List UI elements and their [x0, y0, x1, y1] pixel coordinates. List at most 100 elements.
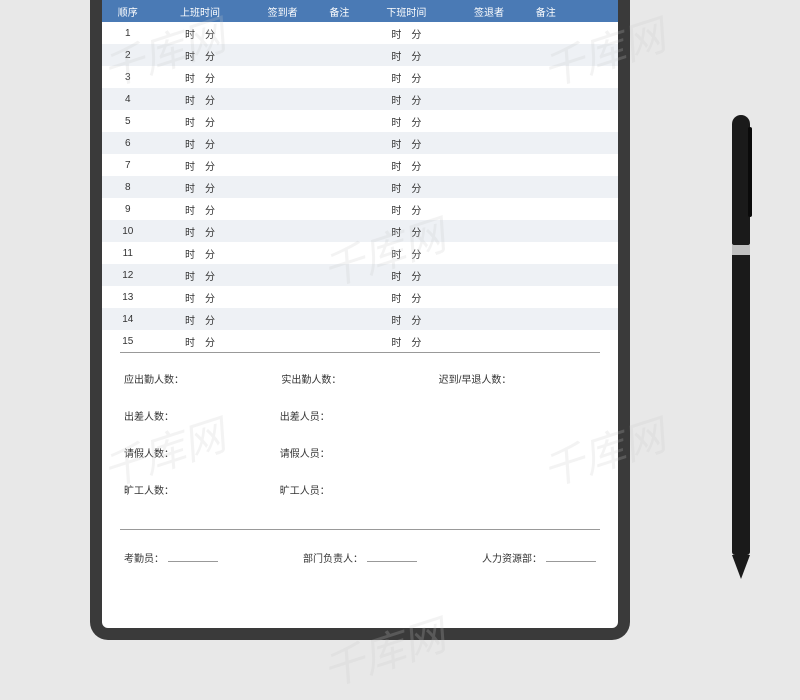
cell-seq: 6 [102, 138, 154, 149]
table-row: 12时分时分 [102, 264, 618, 286]
cell-ontime: 时分 [154, 92, 247, 107]
pen-clip [748, 127, 752, 217]
cell-offtime: 时分 [360, 92, 453, 107]
cell-offtime: 时分 [360, 334, 453, 349]
trip-count-label: 出差人数： [124, 408, 280, 423]
table-row: 7时分时分 [102, 154, 618, 176]
table-row: 3时分时分 [102, 66, 618, 88]
cell-ontime: 时分 [154, 246, 247, 261]
pen-band [732, 245, 750, 255]
cell-seq: 15 [102, 336, 154, 347]
summary-section: 应出勤人数： 实出勤人数： 迟到/早退人数： 出差人数： 出差人员： 请假人数：… [102, 353, 618, 529]
sig-line [168, 550, 218, 562]
header-note1: 备注 [319, 4, 360, 19]
cell-seq: 5 [102, 116, 154, 127]
clipboard-frame: 顺序 上班时间 签到者 备注 下班时间 签退者 备注 1时分时分2时分时分3时分… [90, 0, 630, 640]
table-row: 15时分时分 [102, 330, 618, 352]
table-row: 2时分时分 [102, 44, 618, 66]
header-seq: 顺序 [102, 4, 154, 19]
cell-ontime: 时分 [154, 268, 247, 283]
table-body: 1时分时分2时分时分3时分时分4时分时分5时分时分6时分时分7时分时分8时分时分… [102, 22, 618, 352]
table-row: 8时分时分 [102, 176, 618, 198]
header-ontime: 上班时间 [154, 4, 247, 19]
sig-line [546, 550, 596, 562]
sig-line [367, 550, 417, 562]
actual-attend-label: 实出勤人数： [281, 371, 438, 386]
cell-ontime: 时分 [154, 136, 247, 151]
cell-offtime: 时分 [360, 224, 453, 239]
cell-ontime: 时分 [154, 202, 247, 217]
cell-offtime: 时分 [360, 136, 453, 151]
table-row: 5时分时分 [102, 110, 618, 132]
pen-tip [732, 555, 750, 579]
summary-row-3: 请假人数： 请假人员： [124, 445, 596, 460]
table-row: 13时分时分 [102, 286, 618, 308]
cell-offtime: 时分 [360, 114, 453, 129]
pen-cap [732, 115, 750, 245]
cell-offtime: 时分 [360, 26, 453, 41]
summary-row-2: 出差人数： 出差人员： [124, 408, 596, 423]
pen-graphic [732, 115, 750, 595]
cell-offtime: 时分 [360, 246, 453, 261]
cell-offtime: 时分 [360, 70, 453, 85]
cell-seq: 10 [102, 226, 154, 237]
table-row: 11时分时分 [102, 242, 618, 264]
cell-ontime: 时分 [154, 26, 247, 41]
pen-body [732, 255, 750, 555]
sig-dept: 部门负责人： [281, 550, 438, 565]
sig-checker: 考勤员： [124, 550, 281, 565]
sig-hr-label: 人力资源部： [482, 550, 542, 565]
cell-seq: 8 [102, 182, 154, 193]
should-attend-label: 应出勤人数： [124, 371, 281, 386]
table-row: 4时分时分 [102, 88, 618, 110]
cell-seq: 7 [102, 160, 154, 171]
cell-ontime: 时分 [154, 334, 247, 349]
cell-ontime: 时分 [154, 290, 247, 305]
cell-seq: 4 [102, 94, 154, 105]
cell-seq: 9 [102, 204, 154, 215]
sig-checker-label: 考勤员： [124, 550, 164, 565]
leave-people-label: 请假人员： [280, 445, 596, 460]
cell-ontime: 时分 [154, 312, 247, 327]
cell-seq: 13 [102, 292, 154, 303]
cell-offtime: 时分 [360, 290, 453, 305]
header-signout: 签退者 [453, 4, 525, 19]
cell-offtime: 时分 [360, 180, 453, 195]
late-early-label: 迟到/早退人数： [439, 371, 596, 386]
cell-offtime: 时分 [360, 268, 453, 283]
signature-section: 考勤员： 部门负责人： 人力资源部： [120, 529, 600, 565]
attendance-sheet: 顺序 上班时间 签到者 备注 下班时间 签退者 备注 1时分时分2时分时分3时分… [102, 0, 618, 628]
cell-ontime: 时分 [154, 114, 247, 129]
table-row: 1时分时分 [102, 22, 618, 44]
cell-ontime: 时分 [154, 48, 247, 63]
cell-seq: 14 [102, 314, 154, 325]
cell-offtime: 时分 [360, 202, 453, 217]
cell-ontime: 时分 [154, 158, 247, 173]
absent-people-label: 旷工人员： [280, 482, 596, 497]
header-note2: 备注 [525, 4, 566, 19]
table-row: 6时分时分 [102, 132, 618, 154]
table-row: 9时分时分 [102, 198, 618, 220]
cell-offtime: 时分 [360, 158, 453, 173]
trip-people-label: 出差人员： [280, 408, 596, 423]
summary-row-4: 旷工人数： 旷工人员： [124, 482, 596, 497]
cell-seq: 3 [102, 72, 154, 83]
cell-seq: 1 [102, 28, 154, 39]
cell-seq: 12 [102, 270, 154, 281]
cell-ontime: 时分 [154, 224, 247, 239]
absent-count-label: 旷工人数： [124, 482, 280, 497]
cell-ontime: 时分 [154, 180, 247, 195]
summary-row-1: 应出勤人数： 实出勤人数： 迟到/早退人数： [124, 371, 596, 386]
cell-ontime: 时分 [154, 70, 247, 85]
sig-dept-label: 部门负责人： [303, 550, 363, 565]
header-offtime: 下班时间 [360, 4, 453, 19]
table-row: 14时分时分 [102, 308, 618, 330]
sig-hr: 人力资源部： [439, 550, 596, 565]
cell-seq: 2 [102, 50, 154, 61]
leave-count-label: 请假人数： [124, 445, 280, 460]
table-header: 顺序 上班时间 签到者 备注 下班时间 签退者 备注 [102, 0, 618, 22]
cell-seq: 11 [102, 248, 154, 259]
header-signin: 签到者 [246, 4, 318, 19]
cell-offtime: 时分 [360, 48, 453, 63]
cell-offtime: 时分 [360, 312, 453, 327]
